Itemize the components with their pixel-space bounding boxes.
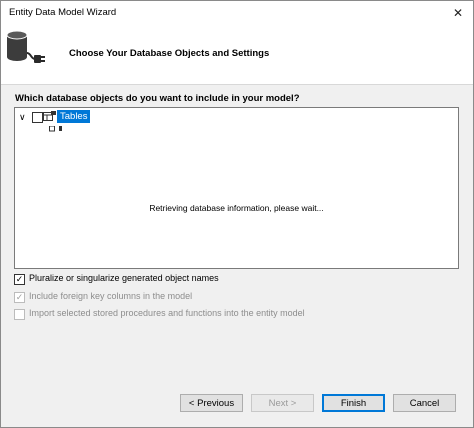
pluralize-label[interactable]: Pluralize or singularize generated objec… <box>29 273 219 283</box>
header-title: Choose Your Database Objects and Setting… <box>69 48 270 59</box>
window-title: Entity Data Model Wizard <box>9 7 117 18</box>
tables-checkbox[interactable] <box>32 112 43 123</box>
loading-message: Retrieving database information, please … <box>149 203 324 213</box>
cancel-button[interactable]: Cancel <box>393 394 456 412</box>
child-node-icon <box>49 126 62 132</box>
database-objects-tree[interactable]: ∨ Tables Retrieving database information… <box>14 107 459 269</box>
wizard-header: Choose Your Database Objects and Setting… <box>1 25 473 85</box>
previous-button[interactable]: < Previous <box>180 394 243 412</box>
tree-node-label[interactable]: Tables <box>57 110 91 123</box>
close-button[interactable]: ✕ <box>449 4 467 22</box>
finish-button[interactable]: Finish <box>322 394 385 412</box>
objects-question: Which database objects do you want to in… <box>15 93 300 104</box>
expand-chevron-icon[interactable]: ∨ <box>19 111 29 124</box>
import-procedures-checkbox <box>14 309 25 320</box>
foreign-keys-label: Include foreign key columns in the model <box>29 291 193 301</box>
pluralize-checkbox[interactable]: ✓ <box>14 274 25 285</box>
foreign-keys-checkbox: ✓ <box>14 292 25 303</box>
table-icon <box>43 111 56 121</box>
wizard-window: Entity Data Model Wizard ✕ Choose Your D… <box>0 0 474 428</box>
import-procedures-label: Import selected stored procedures and fu… <box>29 308 305 318</box>
database-plug-icon <box>6 30 45 63</box>
next-button: Next > <box>251 394 314 412</box>
title-bar: Entity Data Model Wizard ✕ <box>1 1 473 25</box>
